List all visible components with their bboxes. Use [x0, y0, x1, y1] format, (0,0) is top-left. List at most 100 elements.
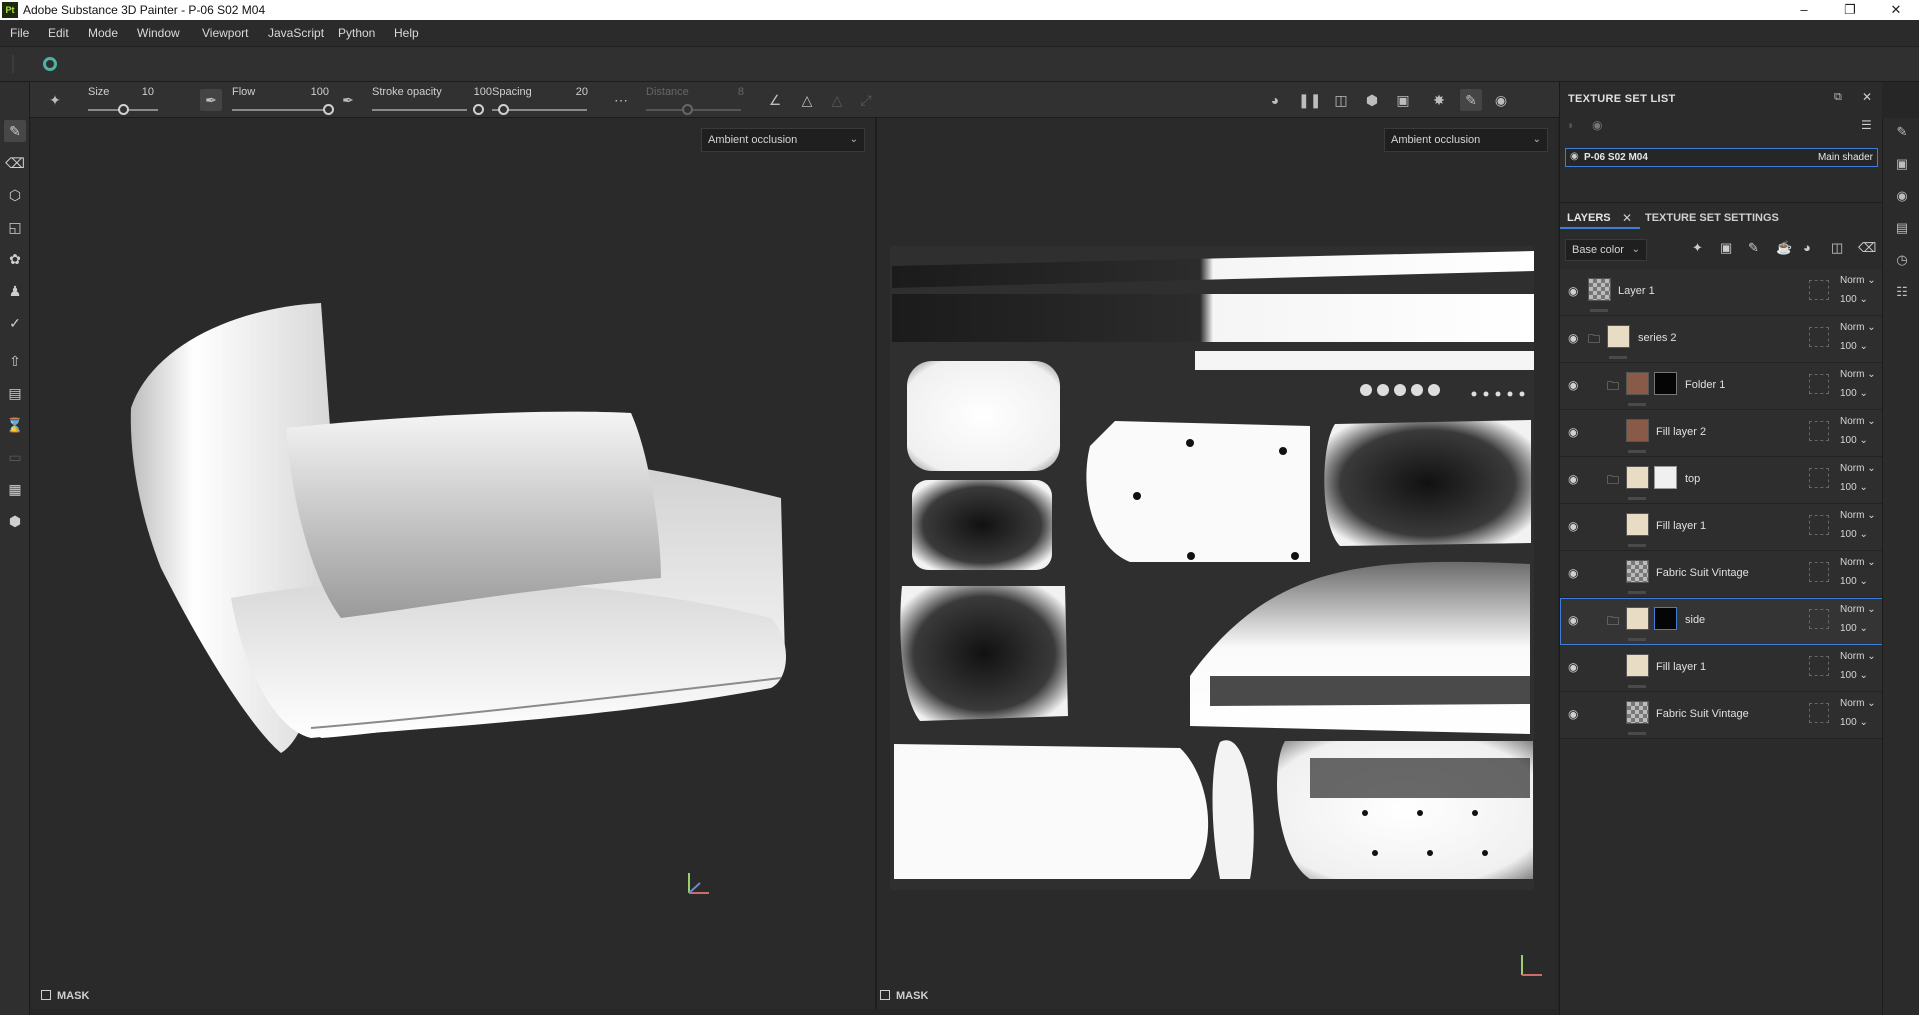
- close-icon[interactable]: ✕: [1873, 0, 1919, 20]
- add-paint-layer-icon[interactable]: ✎: [1748, 240, 1759, 256]
- viewport-2d[interactable]: Ambient occlusion ⌄ MASK: [877, 118, 1557, 1009]
- menu-javascript[interactable]: JavaScript: [268, 26, 324, 40]
- blend-mode-select[interactable]: Norm ⌄: [1840, 604, 1876, 615]
- layer-mask-slot[interactable]: [1809, 468, 1829, 488]
- size-value[interactable]: 10: [124, 86, 154, 98]
- pen-pressure-icon[interactable]: ✒: [200, 89, 222, 111]
- shader-settings-icon[interactable]: ◉: [1892, 186, 1912, 206]
- stroke-opacity-value[interactable]: 100: [462, 86, 492, 98]
- menu-edit[interactable]: Edit: [48, 26, 69, 40]
- layer-name[interactable]: side: [1685, 614, 1705, 626]
- tab-texture-set-settings[interactable]: TEXTURE SET SETTINGS: [1645, 212, 1779, 224]
- mask-thumbnail[interactable]: [1654, 607, 1677, 630]
- camera-icon[interactable]: ▣: [1392, 89, 1414, 111]
- layer-name[interactable]: top: [1685, 473, 1700, 485]
- layer-name[interactable]: Folder 1: [1685, 379, 1725, 391]
- menu-help[interactable]: Help: [394, 26, 419, 40]
- layer-mask-slot[interactable]: [1809, 609, 1829, 629]
- layer-row[interactable]: ◉ Fill layer 2 Norm ⌄ 100 ⌄: [1560, 410, 1883, 457]
- blend-mode-select[interactable]: Norm ⌄: [1840, 698, 1876, 709]
- panel-close-icon[interactable]: ✕: [1862, 90, 1872, 104]
- opacity-value[interactable]: 100 ⌄: [1840, 576, 1868, 587]
- add-smart-material-icon[interactable]: ◕: [1803, 240, 1811, 255]
- viewport-3d[interactable]: Ambient occlusion ⌄ MASK: [31, 118, 875, 1009]
- add-effect-icon[interactable]: ✦: [1692, 240, 1703, 256]
- blend-mode-select[interactable]: Norm ⌄: [1840, 369, 1876, 380]
- visibility-eye-icon[interactable]: ◉: [1568, 378, 1584, 392]
- tab-layers[interactable]: LAYERS: [1567, 212, 1611, 224]
- properties-icon[interactable]: ✎: [1892, 122, 1912, 142]
- stroke-opacity-slider[interactable]: [372, 109, 467, 111]
- export-icon[interactable]: ▦: [4, 478, 26, 500]
- line-angle-icon[interactable]: ∠: [764, 89, 786, 111]
- size-slider-knob[interactable]: [118, 104, 129, 115]
- blend-mode-select[interactable]: Norm ⌄: [1840, 557, 1876, 568]
- layer-row[interactable]: ◉ 🗀 Folder 1 Norm ⌄ 100 ⌄: [1560, 363, 1883, 410]
- layer-mask-slot[interactable]: [1809, 374, 1829, 394]
- smudge-icon[interactable]: ✿: [4, 248, 26, 270]
- add-mask-icon[interactable]: ▣: [1720, 240, 1732, 256]
- texture-set-shader[interactable]: Main shader: [1818, 152, 1873, 163]
- brush-preset-icon[interactable]: ✦: [44, 89, 66, 111]
- undock-icon[interactable]: ⧉: [1834, 91, 1842, 104]
- blend-mode-select[interactable]: Norm ⌄: [1840, 275, 1876, 286]
- visibility-eye-icon[interactable]: ◉: [1568, 472, 1584, 486]
- visibility-eye-icon[interactable]: ◉: [1568, 566, 1584, 580]
- mask-thumbnail[interactable]: [1654, 372, 1677, 395]
- layer-row[interactable]: ◉ Fabric Suit Vintage Norm ⌄ 100 ⌄: [1560, 692, 1883, 739]
- layer-mask-slot[interactable]: [1809, 656, 1829, 676]
- paint-brush-icon[interactable]: ✎: [4, 120, 26, 142]
- polygon-fill-icon[interactable]: ◱: [4, 216, 26, 238]
- layer-row[interactable]: ◉ 🗀 top Norm ⌄ 100 ⌄: [1560, 457, 1883, 504]
- iray-icon[interactable]: ✸: [1428, 89, 1450, 111]
- layer-row[interactable]: ◉ Fabric Suit Vintage Norm ⌄ 100 ⌄: [1560, 551, 1883, 598]
- cube-icon[interactable]: ⬢: [4, 510, 26, 532]
- symmetry-icon[interactable]: △: [796, 89, 818, 111]
- layer-name[interactable]: series 2: [1638, 332, 1677, 344]
- opacity-value[interactable]: 100 ⌄: [1840, 435, 1868, 446]
- folder-icon[interactable]: 🗀: [1588, 330, 1604, 346]
- layer-mask-slot[interactable]: [1809, 327, 1829, 347]
- menu-viewport[interactable]: Viewport: [202, 26, 248, 40]
- opacity-value[interactable]: 100 ⌄: [1840, 388, 1868, 399]
- viewport-3d-mask-toggle[interactable]: MASK: [41, 990, 89, 1008]
- spacing-slider-knob[interactable]: [498, 104, 509, 115]
- mask-thumbnail[interactable]: [1654, 466, 1677, 489]
- channel-select[interactable]: Base color ⌄: [1565, 239, 1647, 261]
- visibility-eye-icon[interactable]: ◉: [1568, 660, 1584, 674]
- maximize-icon[interactable]: ❐: [1827, 0, 1873, 20]
- folder-icon[interactable]: 🗀: [1607, 377, 1623, 393]
- blend-mode-select[interactable]: Norm ⌄: [1840, 651, 1876, 662]
- add-folder-icon[interactable]: ◫: [1831, 240, 1843, 256]
- opacity-value[interactable]: 100 ⌄: [1840, 670, 1868, 681]
- projection-icon[interactable]: ⬡: [4, 184, 26, 206]
- layer-row-selected[interactable]: ◉ 🗀 side Norm ⌄ 100 ⌄: [1560, 598, 1883, 645]
- display-settings-icon[interactable]: ▣: [1892, 154, 1912, 174]
- viewport-2d-channel-select[interactable]: Ambient occlusion ⌄: [1384, 128, 1548, 152]
- layer-row[interactable]: ◉ 🗀 series 2 Norm ⌄ 100 ⌄: [1560, 316, 1883, 363]
- opacity-value[interactable]: 100 ⌄: [1840, 341, 1868, 352]
- layer-row[interactable]: ◉ Fill layer 1 Norm ⌄ 100 ⌄: [1560, 504, 1883, 551]
- blend-mode-select[interactable]: Norm ⌄: [1840, 463, 1876, 474]
- layer-name[interactable]: Fill layer 1: [1656, 520, 1706, 532]
- measure-icon[interactable]: ▤: [4, 382, 26, 404]
- layer-mask-slot[interactable]: [1809, 562, 1829, 582]
- visibility-eye-icon[interactable]: ◉: [1568, 707, 1584, 721]
- tab-close-icon[interactable]: ✕: [1622, 211, 1632, 225]
- add-fill-layer-icon[interactable]: ☕: [1776, 240, 1792, 256]
- texture-set-item[interactable]: ◉ P-06 S02 M04 Main shader: [1565, 148, 1878, 167]
- split-view-icon[interactable]: ◫: [1330, 89, 1352, 111]
- layer-mask-slot[interactable]: [1809, 703, 1829, 723]
- spacing-value[interactable]: 20: [558, 86, 588, 98]
- layer-row[interactable]: ◉ Fill layer 1 Norm ⌄ 100 ⌄: [1560, 645, 1883, 692]
- opacity-value[interactable]: 100 ⌄: [1840, 482, 1868, 493]
- viewport-3d-channel-select[interactable]: Ambient occlusion ⌄: [701, 128, 865, 152]
- log-icon[interactable]: ☷: [1892, 282, 1912, 302]
- flow-value[interactable]: 100: [299, 86, 329, 98]
- assets-icon[interactable]: ▤: [1892, 218, 1912, 238]
- flow-slider[interactable]: [232, 109, 327, 111]
- layer-name[interactable]: Fill layer 1: [1656, 661, 1706, 673]
- layer-name[interactable]: Fill layer 2: [1656, 426, 1706, 438]
- minimize-icon[interactable]: –: [1781, 0, 1827, 20]
- flow-slider-knob[interactable]: [323, 104, 334, 115]
